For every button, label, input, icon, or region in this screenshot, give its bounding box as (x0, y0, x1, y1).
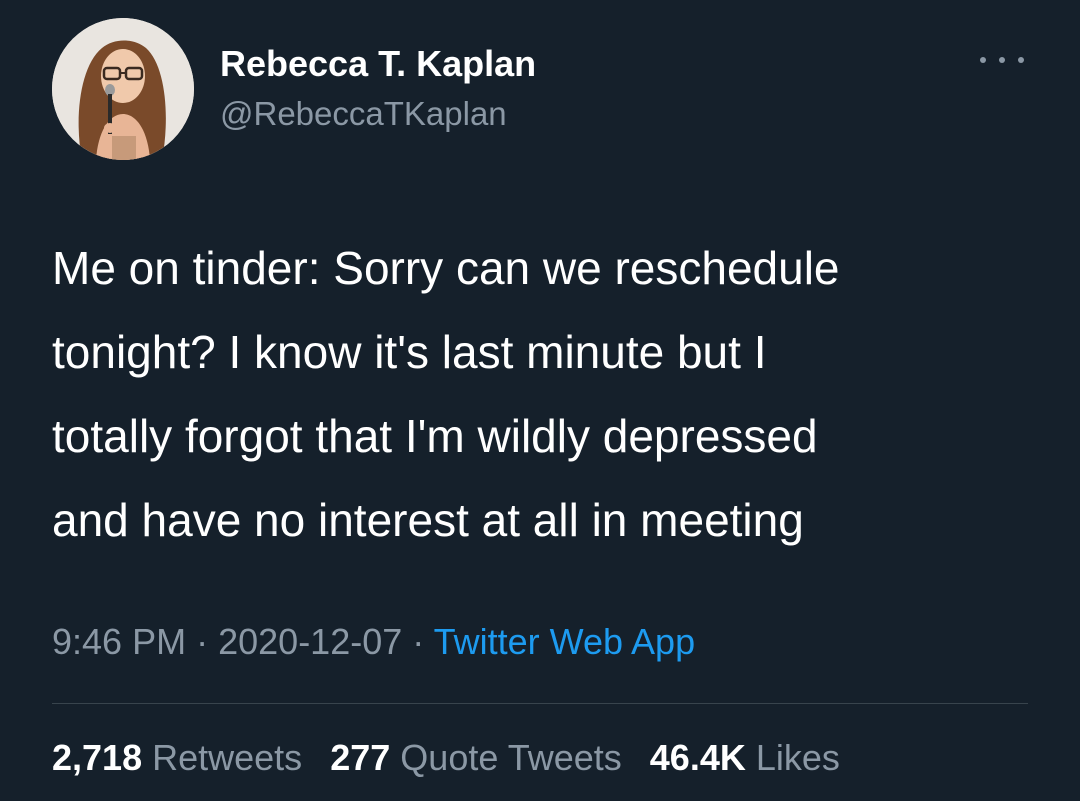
tweet-stats: 2,718 Retweets 277 Quote Tweets 46.4K Li… (52, 736, 858, 780)
tweet-line: Me on tinder: Sorry can we reschedule (52, 242, 840, 294)
author-name[interactable]: Rebecca T. Kaplan (220, 42, 536, 86)
tweet-text: Me on tinder: Sorry can we reschedule to… (52, 226, 1052, 562)
author-handle[interactable]: @RebeccaTKaplan (220, 94, 507, 134)
tweet-source-link[interactable]: Twitter Web App (434, 621, 695, 662)
retweets-stat[interactable]: 2,718 Retweets (52, 737, 302, 778)
tweet-meta: 9:46 PM · 2020-12-07 · Twitter Web App (52, 620, 695, 664)
more-options-icon[interactable] (980, 48, 1024, 72)
meta-separator: · (412, 621, 425, 662)
retweets-label: Retweets (152, 737, 303, 778)
quote-tweets-stat[interactable]: 277 Quote Tweets (330, 737, 622, 778)
likes-stat[interactable]: 46.4K Likes (650, 737, 840, 778)
likes-count: 46.4K (649, 737, 746, 778)
quote-tweets-label: Quote Tweets (400, 737, 622, 778)
avatar[interactable] (52, 18, 194, 160)
tweet-line: tonight? I know it's last minute but I (52, 326, 767, 378)
divider (52, 703, 1028, 704)
tweet-line: totally forgot that I'm wildly depressed (52, 410, 818, 462)
more-dot (1018, 57, 1024, 63)
tweet-time[interactable]: 9:46 PM (52, 621, 186, 662)
more-dot (980, 57, 986, 63)
retweets-count: 2,718 (52, 737, 143, 778)
more-dot (999, 57, 1005, 63)
tweet-date[interactable]: 2020-12-07 (218, 621, 402, 662)
likes-label: Likes (755, 737, 840, 778)
meta-separator: · (196, 621, 209, 662)
quote-tweets-count: 277 (330, 737, 391, 778)
profile-photo (52, 18, 194, 160)
tweet-line: and have no interest at all in meeting (52, 494, 804, 546)
